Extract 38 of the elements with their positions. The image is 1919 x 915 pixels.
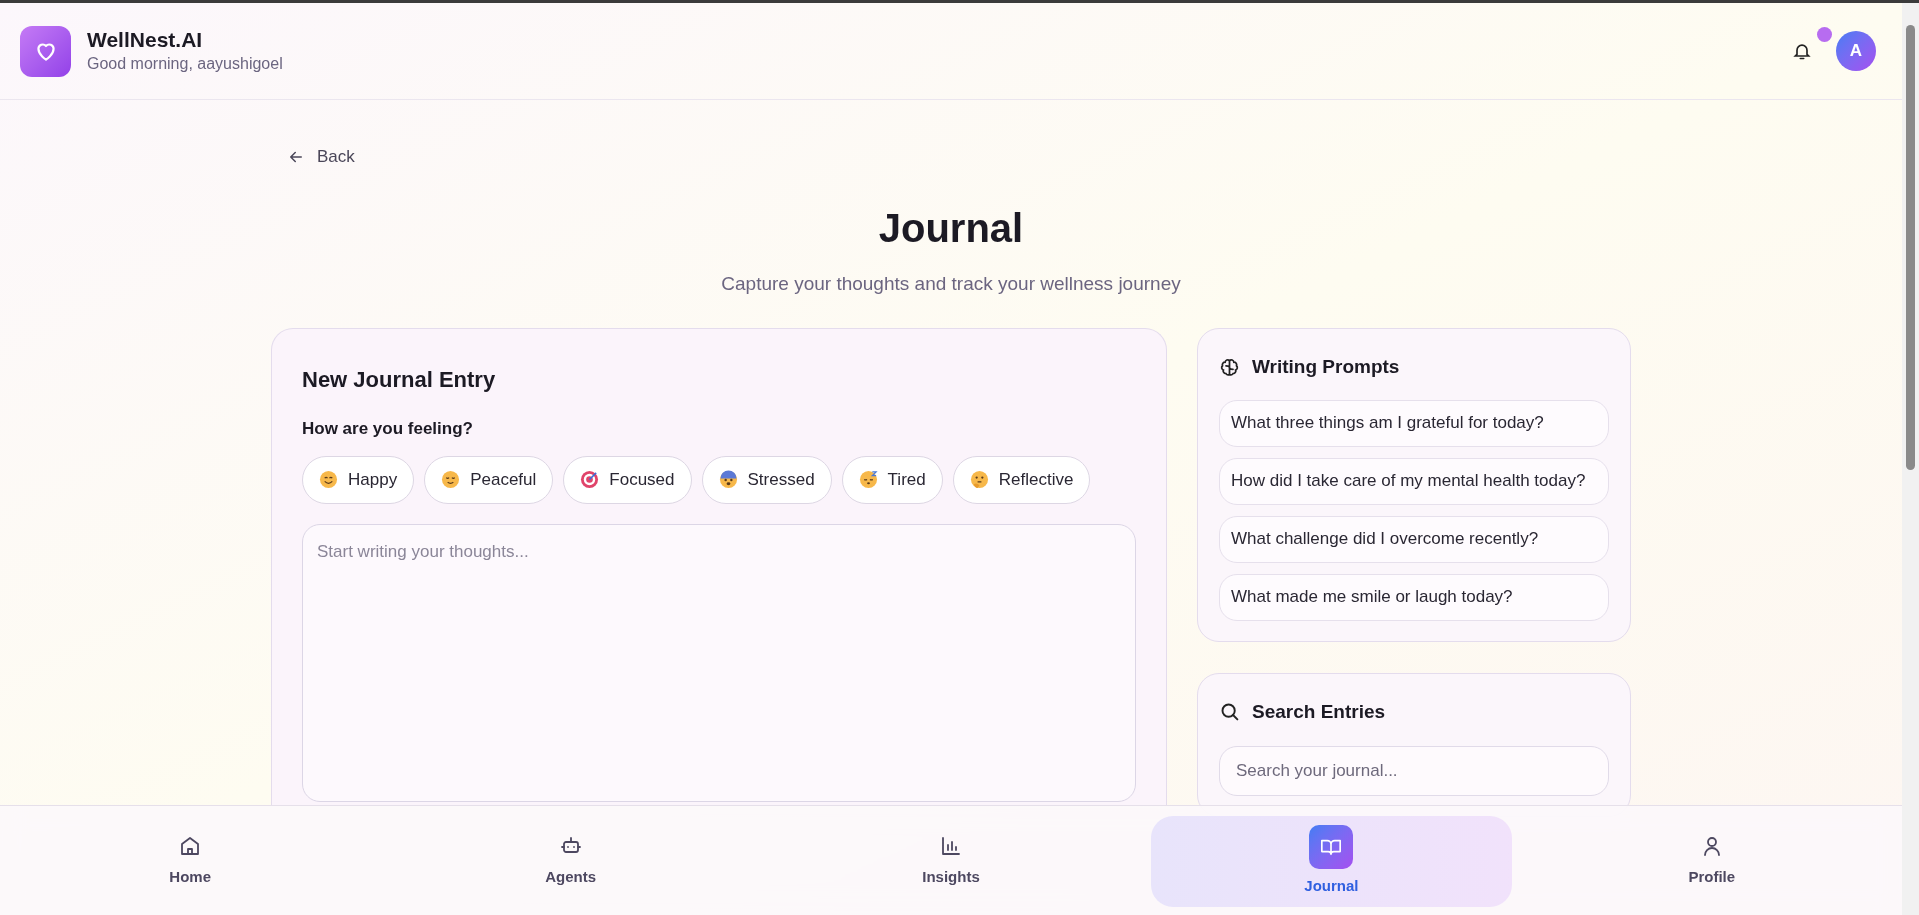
logo-icon bbox=[20, 25, 71, 77]
card-title: Search Entries bbox=[1252, 699, 1386, 724]
mood-chip[interactable]: Tired bbox=[841, 455, 943, 504]
mood-question: How are you feeling? bbox=[302, 418, 474, 440]
mood-chip[interactable]: Stressed bbox=[701, 455, 832, 504]
search-field[interactable]: Search your journal... bbox=[1219, 746, 1609, 796]
nav-tab[interactable]: Profile bbox=[1531, 816, 1892, 907]
greeting-text: Good morning, aayushigoel bbox=[87, 53, 283, 74]
nav-tab[interactable]: Journal bbox=[1151, 816, 1512, 907]
app-name: WellNest.AI bbox=[87, 28, 204, 50]
notification-bell-icon[interactable] bbox=[1792, 41, 1812, 61]
page-title: Journal bbox=[878, 207, 1024, 248]
journal-text-area[interactable]: Start writing your thoughts... bbox=[302, 523, 1136, 802]
avatar[interactable]: A bbox=[1836, 31, 1876, 71]
brain-icon bbox=[1219, 356, 1240, 378]
prompt-item[interactable]: How did I take care of my mental health today? bbox=[1219, 457, 1609, 505]
target-icon bbox=[580, 470, 600, 489]
card-title: Writing Prompts bbox=[1252, 355, 1400, 379]
thinking-face-icon bbox=[969, 470, 989, 489]
prompt-item[interactable]: What made me smile or laugh today? bbox=[1219, 573, 1609, 621]
card-title: New Journal Entry bbox=[302, 366, 497, 394]
prompt-item[interactable]: What three things am I grateful for today? bbox=[1219, 399, 1609, 447]
search-icon bbox=[1219, 701, 1240, 723]
mood-chip[interactable]: Reflective bbox=[952, 455, 1091, 504]
nav-tab[interactable]: Insights bbox=[770, 816, 1132, 907]
page-subtitle: Capture your thoughts and track your wellness journey bbox=[721, 271, 1181, 296]
nav-tab[interactable]: Agents bbox=[390, 816, 751, 907]
prompt-item[interactable]: What challenge did I overcome recently? bbox=[1219, 515, 1609, 563]
smiley-icon bbox=[319, 470, 338, 489]
nav-tab[interactable]: Home bbox=[10, 816, 371, 907]
sleepy-face-icon bbox=[858, 470, 878, 489]
scrollbar[interactable] bbox=[1902, 3, 1919, 915]
mood-chip[interactable]: Happy bbox=[302, 455, 415, 504]
mood-chip[interactable]: Focused bbox=[563, 455, 692, 504]
back-link[interactable]: Back bbox=[287, 144, 355, 170]
fearful-face-icon bbox=[718, 470, 738, 489]
mood-chip[interactable]: Peaceful bbox=[424, 455, 554, 504]
relieved-face-icon bbox=[441, 470, 461, 489]
